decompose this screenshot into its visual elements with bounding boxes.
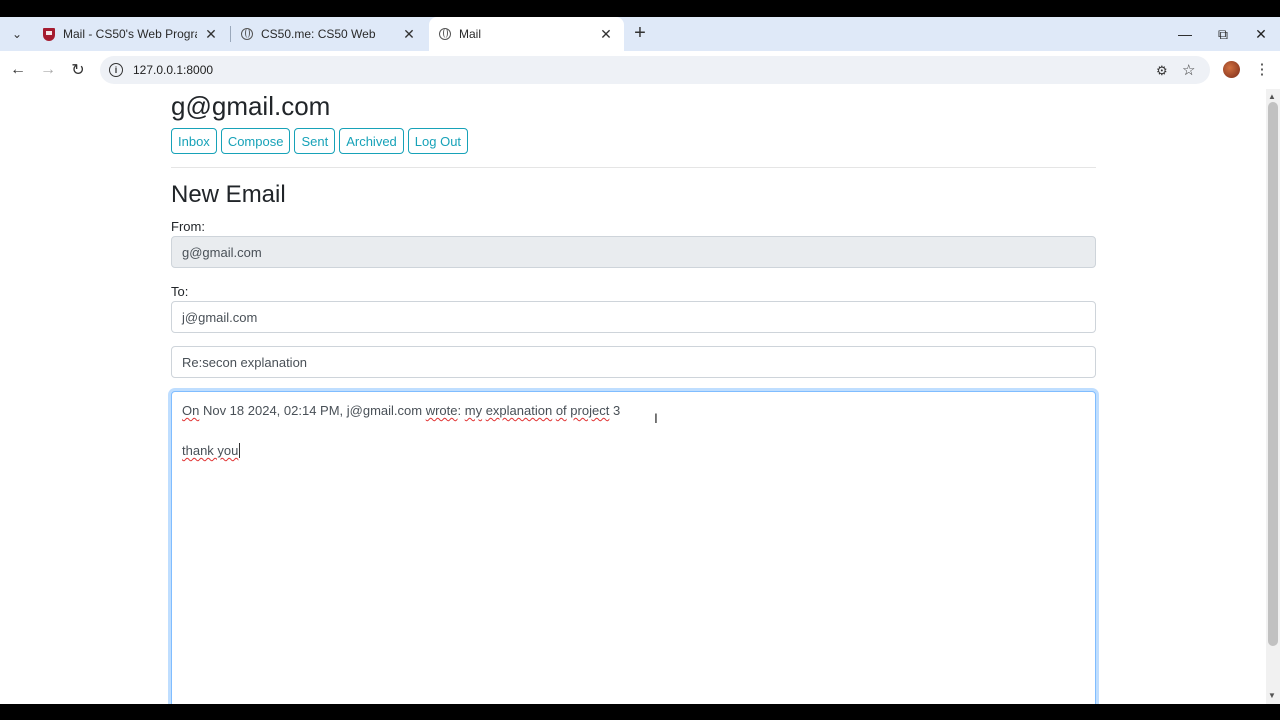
subject-input[interactable]: Re:secon explanation [171, 346, 1096, 378]
page-title: New Email [171, 181, 286, 208]
new-tab-icon[interactable]: + [630, 23, 650, 44]
divider [171, 167, 1096, 168]
mail-nav: Inbox Compose Sent Archived Log Out [171, 128, 469, 154]
tab-mail-active[interactable]: Mail ✕ [429, 17, 624, 51]
tab-title: Mail [459, 27, 482, 41]
reload-icon[interactable]: ↻ [66, 58, 90, 82]
body-text: 3 [609, 403, 621, 418]
bottom-bar [0, 704, 1280, 720]
recipients-input[interactable]: j@gmail.com [171, 301, 1096, 333]
tab-mail-cs50[interactable]: Mail - CS50's Web Programmin ✕ [33, 17, 229, 51]
top-bar [0, 0, 1280, 17]
scroll-down-icon[interactable]: ▼ [1268, 691, 1276, 700]
sent-button[interactable]: Sent [294, 128, 336, 154]
tab-title: Mail - CS50's Web Programmin [63, 27, 197, 41]
back-arrow-icon[interactable]: ← [6, 58, 30, 82]
globe-icon [241, 28, 253, 40]
info-icon[interactable]: i [109, 63, 123, 77]
avatar[interactable] [1223, 61, 1240, 78]
user-email-heading: g@gmail.com [171, 91, 331, 121]
compose-button[interactable]: Compose [220, 128, 291, 154]
restore-icon[interactable]: ⧉ [1204, 17, 1242, 51]
from-field: g@gmail.com [171, 236, 1096, 268]
body-word: project [570, 403, 610, 418]
body-word: of [555, 403, 567, 418]
body-word: thank you [182, 443, 239, 458]
ibeam-cursor-icon: I [654, 410, 658, 426]
address-bar[interactable]: i 127.0.0.1:8000 [100, 56, 1210, 84]
body-text: : [457, 403, 465, 418]
close-icon[interactable]: ✕ [598, 26, 614, 43]
body-word: my [464, 403, 483, 418]
close-icon[interactable]: ✕ [203, 26, 219, 43]
window-close-icon[interactable]: ✕ [1242, 17, 1280, 51]
to-label: To: [171, 284, 189, 299]
body-word: On [182, 403, 200, 418]
forward-arrow-icon[interactable]: → [36, 58, 60, 82]
inbox-button[interactable]: Inbox [171, 128, 217, 154]
body-textarea[interactable]: On Nov 18 2024, 02:14 PM, j@gmail.com wr… [171, 391, 1096, 711]
globe-icon [439, 28, 451, 40]
tab-cs50-me[interactable]: CS50.me: CS50 Web ✕ [231, 17, 427, 51]
text-caret: ​ [239, 443, 241, 458]
from-label: From: [171, 219, 205, 234]
tab-search-chevron-icon[interactable]: ⌄ [5, 23, 29, 45]
tab-title: CS50.me: CS50 Web [261, 27, 376, 41]
url-text: 127.0.0.1:8000 [133, 63, 214, 77]
kebab-menu-icon[interactable]: ⋮ [1254, 60, 1270, 78]
harvard-shield-icon [43, 27, 55, 41]
key-icon[interactable]: ⚙ [1156, 63, 1172, 78]
archived-button[interactable]: Archived [339, 128, 404, 154]
close-icon[interactable]: ✕ [401, 26, 417, 43]
minimize-icon[interactable]: — [1166, 17, 1204, 51]
body-word: explanation [485, 403, 553, 418]
scroll-thumb[interactable] [1268, 102, 1278, 646]
body-word: wrote [425, 403, 458, 418]
scroll-up-icon[interactable]: ▲ [1268, 92, 1276, 101]
body-blank-line [182, 421, 1085, 441]
logout-button[interactable]: Log Out [407, 128, 469, 154]
body-line-1: On Nov 18 2024, 02:14 PM, j@gmail.com wr… [182, 401, 1085, 421]
star-icon[interactable]: ☆ [1182, 61, 1198, 79]
body-text: Nov 18 2024, 02:14 PM, j@gmail.com [199, 403, 426, 418]
body-line-2: thank you​ [182, 441, 1085, 461]
